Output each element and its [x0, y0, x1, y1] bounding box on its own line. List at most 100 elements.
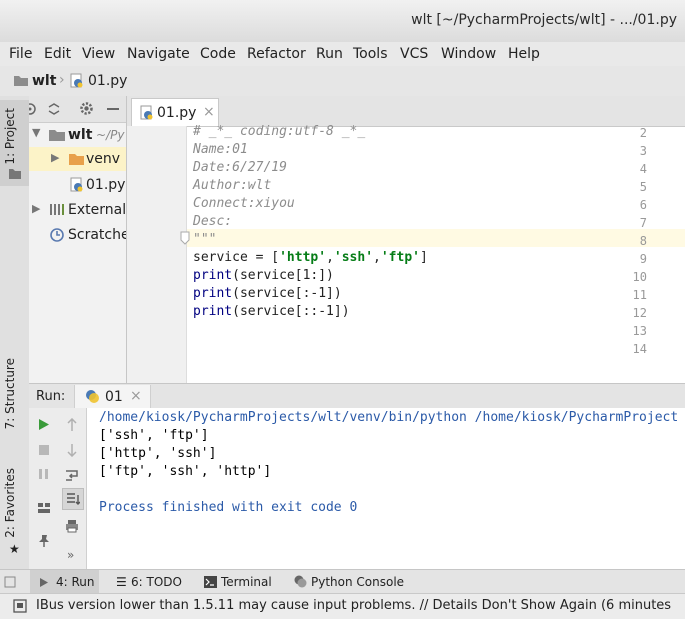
tree-item-venv[interactable]: ▶ venv — [29, 147, 126, 171]
code-line: Date:6/27/19 — [193, 160, 287, 175]
code-line: # _*_ coding:utf-8 _*_ — [193, 124, 366, 139]
menu-code[interactable]: Code — [200, 46, 236, 62]
line-number: 6 — [639, 198, 647, 212]
console-line: /home/kiosk/PycharmProjects/wlt/venv/bin… — [99, 410, 679, 425]
run-config-tab[interactable]: 01 × — [74, 385, 151, 408]
menu-file[interactable]: File — [9, 46, 32, 62]
expand-right-icon[interactable]: ▶ — [51, 151, 59, 164]
menu-window[interactable]: Window — [441, 46, 496, 62]
menu-bar: File Edit View Navigate Code Refactor Ru… — [0, 42, 685, 66]
soft-wrap-icon[interactable] — [65, 468, 79, 482]
folder-icon — [14, 76, 28, 86]
close-icon[interactable]: × — [130, 388, 142, 404]
breadcrumb-project[interactable]: wlt — [32, 73, 56, 89]
expand-down-icon[interactable]: ▼ — [32, 126, 40, 139]
stop-icon[interactable] — [39, 445, 49, 455]
code-line: Connect:xiyou — [193, 196, 295, 211]
project-toolbar — [29, 96, 126, 123]
console-line: ['ssh', 'ftp'] — [99, 428, 209, 443]
menu-run[interactable]: Run — [316, 46, 343, 62]
code-line: service = ['http','ssh','ftp'] — [193, 250, 428, 265]
todo-icon: ☰ — [116, 575, 127, 589]
folder-icon — [49, 130, 65, 141]
project-folder-icon — [9, 169, 21, 179]
tab-terminal[interactable]: Terminal — [221, 575, 272, 589]
menu-help[interactable]: Help — [508, 46, 540, 62]
console-line: ['http', 'ssh'] — [99, 446, 217, 461]
tab-file[interactable]: 01.py × — [131, 98, 219, 126]
tree-root-label: wlt — [68, 127, 93, 143]
breadcrumb: wlt › 01.py — [0, 66, 685, 97]
folder-icon — [69, 154, 84, 165]
rerun-icon[interactable] — [38, 418, 50, 431]
console-line: Process finished with exit code 0 — [99, 500, 358, 515]
python-icon — [86, 390, 99, 403]
print-icon[interactable] — [65, 519, 79, 533]
pause-icon[interactable] — [38, 468, 50, 480]
tree-item-label: External — [68, 202, 127, 218]
project-panel: ▼ wlt ~/Py ▶ venv 01.py ▶ External Scrat… — [29, 96, 127, 383]
expand-right-icon[interactable]: ▶ — [32, 202, 40, 215]
tree-root-path: ~/Py — [96, 128, 125, 142]
locate-icon[interactable] — [29, 102, 37, 116]
menu-refactor[interactable]: Refactor — [247, 46, 306, 62]
code-line: print(service[:-1]) — [193, 286, 342, 301]
event-log-icon[interactable] — [13, 599, 27, 613]
menu-tools[interactable]: Tools — [353, 46, 388, 62]
caret-line — [186, 229, 685, 247]
tree-item-root[interactable]: ▼ wlt ~/Py — [29, 123, 126, 147]
line-number: 9 — [639, 252, 647, 266]
tree-item-label: venv — [86, 151, 121, 167]
tree-item-file[interactable]: 01.py — [29, 173, 126, 197]
gutter — [127, 126, 187, 383]
tab-favorites[interactable]: 2: Favorites — [3, 468, 17, 538]
tree-item-label: Scratche — [68, 227, 127, 243]
gear-icon[interactable] — [79, 101, 94, 116]
code-line: print(service[::-1]) — [193, 304, 350, 319]
tab-run-label: 4: Run — [56, 575, 95, 589]
down-arrow-icon[interactable] — [66, 443, 78, 457]
line-number: 8 — [639, 234, 647, 248]
tool-windows-icon[interactable] — [4, 576, 16, 588]
title-bar: wlt [~/PycharmProjects/wlt] - .../01.py — [0, 0, 685, 43]
breadcrumb-file[interactable]: 01.py — [88, 73, 127, 89]
up-arrow-icon[interactable] — [66, 418, 78, 432]
console-line: ['ftp', 'ssh', 'http'] — [99, 464, 272, 479]
layout-icon[interactable] — [37, 502, 51, 514]
tab-structure[interactable]: 7: Structure — [3, 358, 17, 429]
window-title: wlt [~/PycharmProjects/wlt] - .../01.py — [411, 12, 677, 28]
minimize-icon[interactable] — [107, 108, 119, 110]
python-file-icon — [70, 177, 83, 192]
editor: 01.py × 2 # _*_ coding:utf-8 _*_ 3 Name:01 4… — [127, 96, 685, 383]
code-line: print(service[1:]) — [193, 268, 334, 283]
pin-icon[interactable] — [37, 534, 51, 548]
menu-navigate[interactable]: Navigate — [127, 46, 190, 62]
scroll-to-end-button[interactable] — [62, 488, 84, 510]
scroll-end-icon — [67, 493, 80, 505]
tab-file-label: 01.py — [157, 105, 197, 121]
tab-run[interactable]: 4: Run — [30, 570, 99, 594]
line-number: 14 — [632, 342, 647, 356]
console-output[interactable]: /home/kiosk/PycharmProjects/wlt/venv/bin… — [87, 408, 685, 569]
menu-edit[interactable]: Edit — [44, 46, 71, 62]
menu-view[interactable]: View — [82, 46, 115, 62]
library-icon — [50, 204, 64, 215]
menu-vcs[interactable]: VCS — [400, 46, 428, 62]
tab-todo[interactable]: 6: TODO — [131, 575, 182, 589]
fold-marker-icon[interactable] — [180, 231, 190, 245]
tree-item-scratches[interactable]: Scratche — [29, 223, 126, 247]
tab-project[interactable]: 1: Project — [3, 108, 17, 165]
line-number: 3 — [639, 144, 647, 158]
editor-tabs: 01.py × — [127, 96, 685, 127]
more-icon[interactable]: » — [67, 548, 74, 562]
line-number: 5 — [639, 180, 647, 194]
line-number: 12 — [632, 306, 647, 320]
code-line: Author:wlt — [193, 178, 272, 193]
tab-python-console[interactable]: Python Console — [311, 575, 404, 589]
close-icon[interactable]: × — [203, 104, 215, 120]
collapse-all-icon[interactable] — [47, 102, 61, 116]
status-bar: IBus version lower than 1.5.11 may cause… — [0, 593, 685, 619]
status-message[interactable]: IBus version lower than 1.5.11 may cause… — [36, 598, 671, 613]
left-tool-strip: 1: Project 7: Structure 2: Favorites ★ — [0, 96, 30, 569]
tree-item-external[interactable]: ▶ External — [29, 198, 126, 222]
